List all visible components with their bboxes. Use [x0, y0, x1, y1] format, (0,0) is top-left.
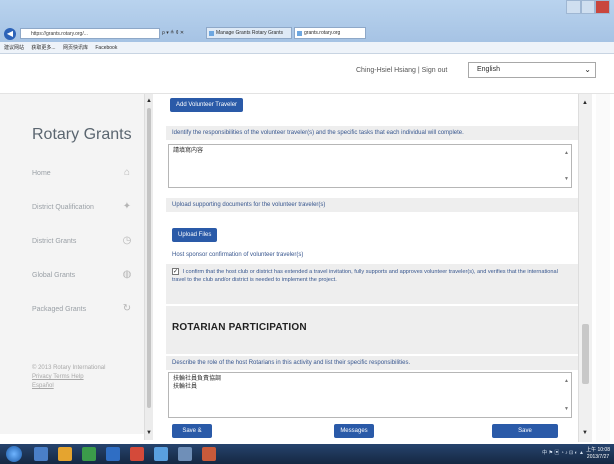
favicon-icon: [209, 31, 214, 36]
sidebar-item-label: District Grants: [32, 238, 77, 245]
system-tray[interactable]: 中 ⚑ ▣ ◔ ♪ ⊡ ◐ ▲: [542, 449, 584, 456]
role-textarea[interactable]: 扶輪社員負責協調 扶輪社員 ▲ ▼: [168, 372, 572, 418]
favorites-bar: 建议网站 获取更多... 网页快讯库 Facebook: [0, 42, 614, 54]
globe-icon: ◍: [122, 269, 132, 280]
sidebar-item-global-grants[interactable]: Global Grants ◍: [32, 266, 134, 286]
brand-title: Rotary Grants: [32, 126, 132, 143]
clock-time: 上午 10:08: [586, 447, 610, 453]
favorite-link[interactable]: Facebook: [95, 45, 117, 51]
responsibilities-label: Identify the responsibilities of the vol…: [166, 126, 578, 140]
sidebar-item-label: District Qualification: [32, 204, 94, 211]
page-scrollbar[interactable]: [596, 94, 610, 442]
scroll-up-icon[interactable]: ▲: [582, 100, 588, 106]
clock[interactable]: 上午 10:08 2013/7/27: [586, 447, 610, 461]
messages-button[interactable]: Messages: [334, 424, 374, 438]
scroll-up-icon[interactable]: ▲: [146, 98, 152, 104]
address-tools[interactable]: ρ ▾ ≜ ¢ ✕: [162, 28, 202, 39]
rotarian-participation-section: ROTARIAN PARTICIPATION: [166, 306, 578, 354]
close-window-button[interactable]: [595, 0, 611, 14]
window-controls: [566, 0, 611, 14]
footer-extra-link[interactable]: Español: [32, 382, 105, 391]
sidebar-item-label: Packaged Grants: [32, 306, 87, 313]
scroll-thumb[interactable]: [147, 108, 151, 408]
role-value-line: 扶輪社員: [173, 384, 198, 390]
back-button[interactable]: ◀: [4, 28, 16, 40]
pin-icon: ✦: [122, 201, 132, 212]
home-icon: ⌂: [123, 167, 131, 178]
favicon-icon: [297, 31, 302, 36]
role-label: Describe the role of the host Rotarians …: [166, 356, 578, 370]
chevron-down-icon: ⌄: [584, 65, 591, 74]
sidebar: Rotary Grants Home ⌂ District Qualificat…: [0, 94, 144, 434]
start-button[interactable]: [6, 446, 22, 462]
tab-label: grants.rotary.org: [304, 30, 341, 36]
page: Ching-Hsiel Hsiang | Sign out English ⌄ …: [0, 54, 614, 448]
footer-links[interactable]: Privacy Terms Help: [32, 373, 105, 382]
scroll-up-icon[interactable]: ▲: [564, 149, 569, 157]
browser-titlebar: ◀ https://grants.rotary.org/... ρ ▾ ≜ ¢ …: [0, 0, 614, 42]
sidebar-item-packaged-grants[interactable]: Packaged Grants ↻: [32, 300, 134, 320]
minimize-button[interactable]: [566, 0, 581, 14]
save-and-exit-button[interactable]: Save & Exit: [172, 424, 212, 448]
tab-manage-grants[interactable]: Manage Grants Rotary Grants: [206, 27, 292, 39]
scroll-down-icon[interactable]: ▼: [146, 430, 152, 436]
media-icon[interactable]: [82, 447, 96, 461]
top-header: Ching-Hsiel Hsiang | Sign out English ⌄: [0, 54, 614, 94]
maximize-button[interactable]: [580, 0, 596, 14]
sidebar-item-label: Global Grants: [32, 272, 76, 279]
section-title: ROTARIAN PARTICIPATION: [172, 322, 307, 333]
confirm-checkbox[interactable]: ✓: [172, 268, 179, 276]
save-button[interactable]: Save: [492, 424, 558, 438]
sidebar-item-home[interactable]: Home ⌂: [32, 164, 134, 184]
tab-grants-site[interactable]: grants.rotary.org: [294, 27, 366, 39]
sidebar-footer: © 2013 Rotary International Privacy Term…: [32, 364, 105, 391]
host-sponsor-label: Host sponsor confirmation of volunteer t…: [166, 248, 578, 262]
folder-icon[interactable]: [58, 447, 72, 461]
clock-icon: ◷: [122, 235, 132, 246]
language-value: English: [477, 66, 500, 73]
scroll-down-icon[interactable]: ▼: [564, 405, 569, 413]
favorite-link[interactable]: 网页快讯库: [63, 45, 88, 51]
browser-icon[interactable]: [154, 447, 168, 461]
responsibilities-textarea[interactable]: 請填寫内容 ▲ ▼: [168, 144, 572, 188]
scroll-up-icon[interactable]: ▲: [564, 377, 569, 385]
sidebar-item-label: Home: [32, 170, 51, 177]
favorite-link[interactable]: 获取更多...: [31, 45, 55, 51]
tab-label: Manage Grants Rotary Grants: [216, 30, 283, 36]
add-volunteer-traveler-button[interactable]: Add Volunteer Traveler: [170, 98, 244, 112]
sidebar-item-district-qualification[interactable]: District Qualification ✦: [32, 198, 134, 218]
scroll-down-icon[interactable]: ▼: [564, 175, 569, 183]
user-sign-out[interactable]: Ching-Hsiel Hsiang | Sign out: [356, 67, 447, 74]
word-icon[interactable]: [106, 447, 120, 461]
role-value-line: 扶輪社員負責協調: [173, 376, 222, 382]
scroll-down-icon[interactable]: ▼: [582, 430, 588, 436]
confirmation-text: I confirm that the host club or district…: [172, 269, 558, 283]
app-icon[interactable]: [178, 447, 192, 461]
sidebar-scrollbar[interactable]: ▲ ▼: [144, 94, 153, 440]
scroll-thumb[interactable]: [582, 324, 589, 384]
responsibilities-value: 請填寫内容: [173, 148, 204, 154]
favorite-link[interactable]: 建议网站: [4, 45, 24, 51]
main-scrollbar[interactable]: ▲ ▼: [578, 94, 592, 442]
taskbar: 中 ⚑ ▣ ◔ ♪ ⊡ ◐ ▲ 上午 10:08 2013/7/27: [0, 444, 614, 464]
copyright-text: © 2013 Rotary International: [32, 365, 106, 371]
language-select[interactable]: English ⌄: [468, 62, 596, 78]
explorer-icon[interactable]: [34, 447, 48, 461]
refresh-icon: ↻: [122, 303, 132, 314]
address-bar[interactable]: https://grants.rotary.org/...: [20, 28, 160, 39]
confirmation-block: ✓ I confirm that the host club or distri…: [166, 264, 578, 304]
app-icon[interactable]: [130, 447, 144, 461]
clock-date: 2013/7/27: [586, 454, 610, 460]
upload-files-button[interactable]: Upload Files: [172, 228, 218, 242]
main-content: Add Volunteer Traveler Identify the resp…: [166, 94, 578, 448]
sidebar-item-district-grants[interactable]: District Grants ◷: [32, 232, 134, 252]
upload-label: Upload supporting documents for the volu…: [166, 198, 578, 212]
pdf-icon[interactable]: [202, 447, 216, 461]
